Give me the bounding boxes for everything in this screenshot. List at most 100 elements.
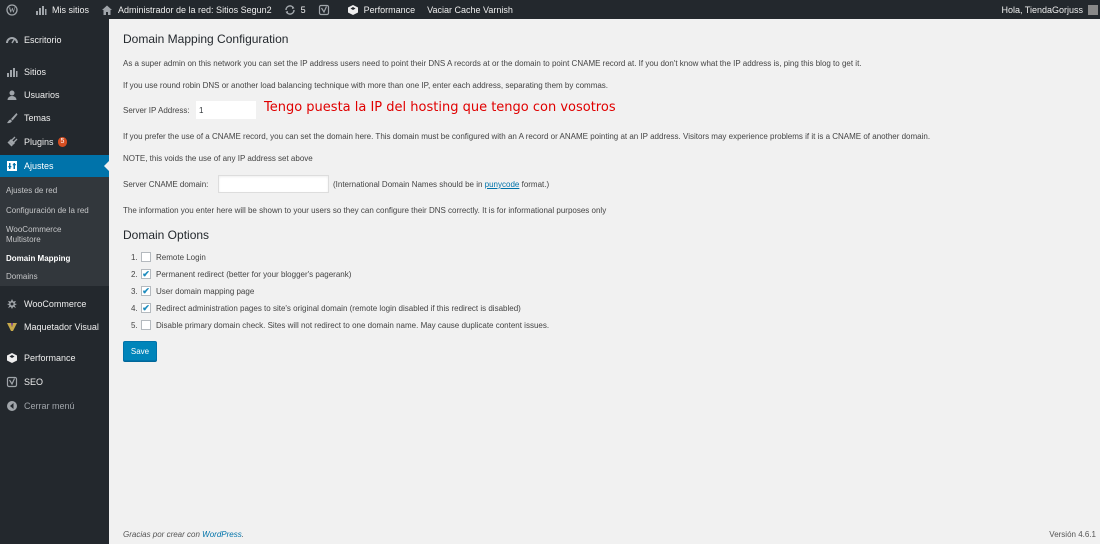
footer-thanks-suffix: . — [241, 530, 244, 539]
cname-info-text: If you prefer the use of a CNAME record,… — [123, 132, 931, 141]
ajustes-submenu: Ajustes de red Configuración de la red W… — [0, 177, 109, 286]
performance-label: Performance — [363, 4, 416, 15]
idn-note: (International Domain Names should be in… — [333, 180, 549, 189]
sidebar-item-label: Maquetador Visual — [24, 322, 99, 332]
purge-varnish-label: Vaciar Cache Varnish — [427, 4, 513, 15]
network-admin-label: Administrador de la red: Sitios Segun2 — [118, 4, 272, 15]
account-menu[interactable]: Hola, TiendaGorjuss — [995, 0, 1100, 19]
idn-suffix: format.) — [521, 180, 550, 189]
sidebar-item-label: Temas — [24, 113, 51, 123]
round-robin-text: If you use round robin DNS or another lo… — [123, 81, 609, 90]
admin-sidebar: Escritorio Sitios Usuarios Temas Plugins… — [0, 19, 109, 544]
submenu-item-domains[interactable]: Domains — [6, 272, 38, 282]
greeting-label: Hola, TiendaGorjuss — [1001, 4, 1083, 15]
submenu-item-ajustes-de-red[interactable]: Ajustes de red — [6, 186, 57, 196]
avatar — [1088, 4, 1098, 15]
updates-menu[interactable]: 5 — [278, 0, 312, 19]
domain-option-row: 2. ✔ Permanent redirect (better for your b… — [131, 269, 351, 279]
option-checkbox[interactable] — [141, 252, 151, 262]
purge-varnish-menu[interactable]: Vaciar Cache Varnish — [421, 0, 519, 19]
save-button[interactable]: Save — [123, 341, 157, 361]
option-label: Remote Login — [156, 252, 206, 262]
option-number: 5. — [131, 320, 138, 330]
my-sites-label: Mis sitios — [52, 4, 90, 15]
idn-prefix: (International Domain Names should be in — [333, 180, 483, 189]
page-title: Domain Mapping Configuration — [123, 32, 289, 46]
submenu-item-woocommerce-multistore[interactable]: WooCommerce Multistore — [6, 225, 86, 245]
sidebar-item-usuarios[interactable]: Usuarios — [0, 84, 109, 106]
sidebar-item-ajustes[interactable]: Ajustes — [0, 155, 109, 177]
submenu-item-domain-mapping[interactable]: Domain Mapping — [6, 254, 70, 264]
sidebar-item-label: WooCommerce — [24, 299, 87, 309]
sidebar-item-performance[interactable]: Performance — [0, 347, 109, 369]
sidebar-item-label: Sitios — [24, 67, 47, 77]
network-admin-menu[interactable]: Administrador de la red: Sitios Segun2 — [95, 0, 278, 19]
sidebar-item-escritorio[interactable]: Escritorio — [0, 29, 109, 51]
admin-bar: W Mis sitios Administrador de la red: Si… — [0, 0, 1100, 19]
sidebar-item-sitios[interactable]: Sitios — [0, 61, 109, 83]
option-label: Disable primary domain check. Sites will… — [156, 320, 550, 330]
note-text: NOTE, this voids the use of any IP addre… — [123, 154, 313, 163]
yoast-icon — [6, 376, 18, 388]
sidebar-item-label: SEO — [24, 377, 44, 387]
sidebar-item-label: Performance — [24, 353, 76, 363]
wordpress-link[interactable]: WordPress — [202, 530, 242, 539]
server-ip-input[interactable] — [196, 101, 256, 119]
option-checkbox[interactable]: ✔ — [141, 269, 151, 279]
yoast-icon — [318, 4, 330, 16]
performance-menu[interactable]: Performance — [341, 0, 422, 19]
plug-icon — [6, 136, 18, 148]
server-ip-label: Server IP Address: — [123, 106, 190, 115]
option-checkbox[interactable]: ✔ — [141, 303, 151, 313]
intro-text: As a super admin on this network you can… — [123, 59, 862, 68]
footer-thanks: Gracias por crear con WordPress. — [123, 530, 244, 539]
option-number: 3. — [131, 286, 138, 296]
domain-option-row: 4. ✔ Redirect administration pages to site… — [131, 303, 521, 313]
sidebar-item-maquetador-visual[interactable]: Maquetador Visual — [0, 316, 109, 338]
sidebar-item-seo[interactable]: SEO — [0, 371, 109, 393]
sidebar-item-label: Usuarios — [24, 90, 60, 100]
sidebar-item-plugins[interactable]: Plugins 5 — [0, 131, 109, 153]
main-content: Domain Mapping Configuration As a super … — [109, 19, 1100, 544]
info-text: The information you enter here will be s… — [123, 206, 607, 215]
sites-icon — [35, 4, 47, 16]
plugins-update-badge: 5 — [57, 137, 68, 147]
wp-logo-menu[interactable]: W — [0, 0, 29, 19]
option-label: User domain mapping page — [156, 286, 255, 296]
sidebar-item-label: Escritorio — [24, 35, 62, 45]
visual-builder-icon — [6, 321, 18, 333]
sidebar-item-temas[interactable]: Temas — [0, 107, 109, 129]
sidebar-item-label: Cerrar menú — [24, 401, 75, 411]
submenu-item-configuracion-de-la-red[interactable]: Configuración de la red — [6, 206, 89, 216]
footer-thanks-prefix: Gracias por crear con — [123, 530, 200, 539]
wordpress-icon: W — [6, 3, 18, 16]
domain-option-row: 5. Disable primary domain check. Sites wi… — [131, 320, 549, 330]
sidebar-item-label: Plugins — [24, 137, 54, 147]
collapse-menu-button[interactable]: Cerrar menú — [0, 395, 109, 417]
domain-options-heading: Domain Options — [123, 228, 210, 242]
performance-icon — [6, 352, 18, 364]
home-icon — [101, 4, 113, 16]
updates-icon — [284, 4, 296, 16]
yoast-menu[interactable] — [312, 0, 341, 19]
gauge-icon — [6, 34, 18, 46]
option-checkbox[interactable]: ✔ — [141, 286, 151, 296]
woocommerce-icon — [6, 298, 18, 310]
domain-option-row: 1. Remote Login — [131, 252, 206, 262]
option-label: Permanent redirect (better for your blog… — [156, 269, 352, 279]
my-sites-menu[interactable]: Mis sitios — [29, 0, 95, 19]
sidebar-item-label: Ajustes — [24, 161, 54, 171]
cname-domain-input[interactable] — [218, 175, 329, 193]
option-label: Redirect administration pages to site's … — [156, 303, 521, 313]
sites-icon — [6, 66, 18, 78]
users-icon — [6, 89, 18, 101]
option-checkbox[interactable] — [141, 320, 151, 330]
option-number: 2. — [131, 269, 138, 279]
option-number: 1. — [131, 252, 138, 262]
performance-icon — [347, 4, 359, 16]
annotation-text: Tengo puesta la IP del hosting que tengo… — [264, 100, 616, 115]
sidebar-item-woocommerce[interactable]: WooCommerce — [0, 293, 109, 315]
svg-text:W: W — [9, 6, 16, 14]
punycode-link[interactable]: punycode — [485, 180, 520, 189]
cname-label: Server CNAME domain: — [123, 180, 209, 189]
